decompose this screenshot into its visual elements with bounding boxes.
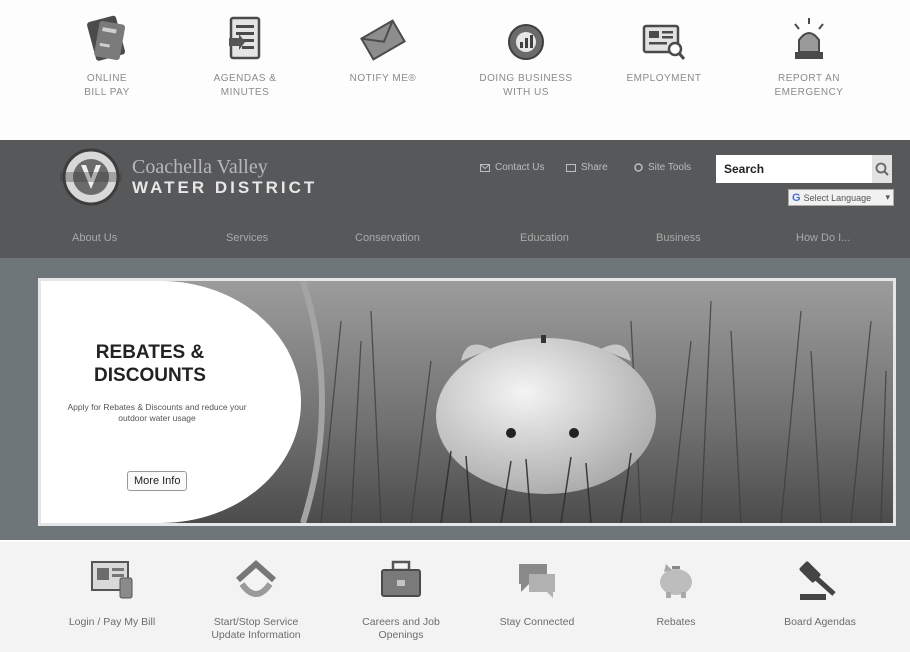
quick-link-report-emergency[interactable]: REPORT AN EMERGENCY <box>744 10 874 100</box>
gavel-icon <box>750 556 890 604</box>
main-nav: About Us Services Conservation Education… <box>0 228 910 250</box>
contact-us-link[interactable]: Contact Us <box>480 162 544 173</box>
quick-link-notify-me[interactable]: NOTIFY ME® <box>318 10 448 86</box>
service-label-1: Board Agendas <box>784 616 856 628</box>
quick-link-label-1: ONLINE <box>86 73 128 84</box>
share-link[interactable]: Share <box>566 162 608 173</box>
promo-title: REBATES & DISCOUNTS <box>94 342 206 386</box>
service-links-bar: Login / Pay My Bill Start/Stop Service U… <box>0 542 910 652</box>
service-rebates[interactable]: Rebates <box>606 556 746 629</box>
hero-slide: REBATES & DISCOUNTS Apply for Rebates & … <box>38 278 896 526</box>
quick-link-label-1: AGENDAS & <box>213 73 277 84</box>
house-arrows-icon <box>186 556 326 604</box>
document-icon <box>180 10 310 62</box>
hero-section: REBATES & DISCOUNTS Apply for Rebates & … <box>0 258 910 540</box>
quick-link-label-2: MINUTES <box>220 87 270 98</box>
service-stay-connected[interactable]: Stay Connected <box>467 556 607 629</box>
quick-link-doing-business[interactable]: DOING BUSINESS WITH US <box>461 10 591 100</box>
quick-link-label-1: DOING BUSINESS <box>479 73 573 84</box>
service-label-1: Rebates <box>656 616 696 628</box>
nav-how-do-i[interactable]: How Do I... <box>796 232 850 244</box>
contact-us-label: Contact Us <box>495 162 545 173</box>
quick-links-bar: ONLINE BILL PAY AGENDAS & MINUTES NOTIFY… <box>0 0 910 125</box>
service-board-agendas[interactable]: Board Agendas <box>750 556 890 629</box>
service-label-1: Careers and Job <box>362 616 440 628</box>
google-g-icon: G <box>792 191 801 204</box>
gear-icon <box>634 163 643 172</box>
nav-conservation[interactable]: Conservation <box>355 232 420 244</box>
more-info-button[interactable]: More Info <box>127 471 188 491</box>
search-form <box>716 155 892 183</box>
service-start-stop[interactable]: Start/Stop Service Update Information <box>186 556 326 642</box>
envelope-icon <box>318 10 448 62</box>
search-button[interactable] <box>872 155 892 183</box>
logo-title-top: Coachella Valley <box>132 156 268 178</box>
site-header: Coachella Valley WATER DISTRICT Contact … <box>0 140 910 258</box>
quick-link-online-bill-pay[interactable]: ONLINE BILL PAY <box>42 10 172 100</box>
site-logo[interactable]: Coachella Valley WATER DISTRICT <box>58 148 317 206</box>
nav-education[interactable]: Education <box>520 232 569 244</box>
service-label-1: Stay Connected <box>499 616 575 628</box>
search-icon <box>875 162 889 176</box>
siren-icon <box>744 10 874 62</box>
bar-chart-circle-icon <box>461 10 591 62</box>
nav-about-us[interactable]: About Us <box>72 232 117 244</box>
service-login-pay-bill[interactable]: Login / Pay My Bill <box>42 556 182 629</box>
search-input[interactable] <box>716 155 872 183</box>
promo-description: Apply for Rebates & Discounts and reduce… <box>67 402 247 423</box>
service-careers[interactable]: Careers and Job Openings <box>331 556 471 642</box>
mail-icon <box>480 163 490 172</box>
quick-link-label-2: BILL PAY <box>84 87 130 98</box>
quick-link-employment[interactable]: EMPLOYMENT <box>599 10 729 86</box>
share-icon <box>566 163 576 172</box>
language-select-label: Select Language <box>803 192 872 203</box>
computer-bill-icon <box>42 556 182 604</box>
piggy-bank-icon <box>606 556 746 604</box>
quick-link-label-2: WITH US <box>503 87 549 98</box>
quick-link-label-2: EMERGENCY <box>774 87 844 98</box>
service-label-1: Login / Pay My Bill <box>68 616 156 628</box>
quick-link-label-1: REPORT AN <box>778 73 840 84</box>
credit-card-icon <box>42 10 172 62</box>
resume-magnifier-icon <box>599 10 729 62</box>
language-select[interactable]: G Select Language ▾ <box>788 189 894 206</box>
quick-link-label-1: EMPLOYMENT <box>626 73 702 84</box>
service-label-2: Openings <box>378 629 424 641</box>
nav-services[interactable]: Services <box>226 232 268 244</box>
share-label: Share <box>581 162 608 173</box>
quick-link-label-1: NOTIFY ME® <box>349 73 417 84</box>
nav-business[interactable]: Business <box>656 232 701 244</box>
chevron-down-icon: ▾ <box>885 192 890 202</box>
site-tools-label: Site Tools <box>648 162 692 173</box>
service-label-1: Start/Stop Service <box>213 616 299 628</box>
water-district-logo-icon <box>60 148 122 206</box>
site-tools-link[interactable]: Site Tools <box>634 162 691 173</box>
quick-link-agendas-minutes[interactable]: AGENDAS & MINUTES <box>180 10 310 100</box>
briefcase-icon <box>331 556 471 604</box>
logo-title-bottom: WATER DISTRICT <box>132 178 318 197</box>
service-label-2: Update Information <box>211 629 301 641</box>
speech-bubbles-icon <box>467 556 607 604</box>
